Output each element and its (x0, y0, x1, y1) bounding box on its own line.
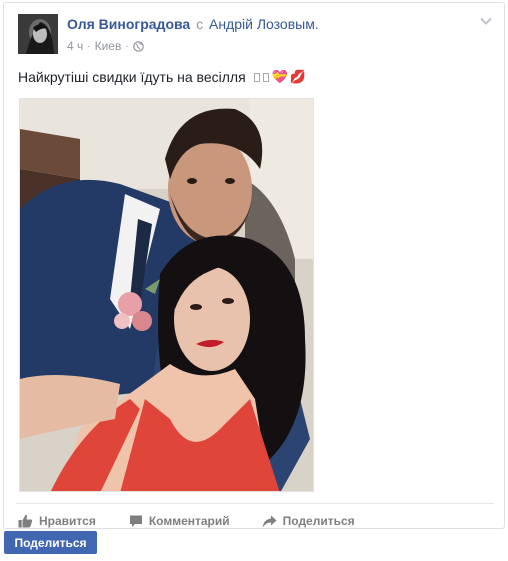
with-word: с (196, 16, 204, 32)
comment-icon (129, 515, 142, 527)
unknown-glyph-icon (262, 72, 269, 82)
meta-separator: · (125, 40, 129, 52)
share-button[interactable]: Поделиться (4, 531, 97, 554)
post-text: Найкрутіші свидки їдуть на весілля (18, 69, 246, 85)
thumbs-up-icon (18, 514, 33, 528)
post-card: Оля Виноградова с Андрій Лозовым. 4 ч · … (3, 2, 505, 529)
post-photo[interactable] (19, 98, 314, 492)
action-divider (16, 503, 494, 504)
action-bar: Нравится Комментарий Поделиться (18, 511, 355, 531)
unknown-glyph-icon (253, 72, 260, 82)
meta-separator: · (87, 40, 91, 52)
chevron-down-icon[interactable] (478, 13, 494, 29)
globe-icon[interactable] (132, 40, 144, 52)
tagged-user[interactable]: Андрій Лозовым. (209, 16, 319, 32)
post-text-line: Найкрутіші свидки їдуть на весілля 💝 💋 (18, 69, 306, 85)
like-action[interactable]: Нравится (18, 514, 96, 528)
avatar[interactable] (18, 14, 58, 54)
post-time[interactable]: 4 ч (67, 39, 83, 53)
post-meta: 4 ч · Киев · (67, 39, 144, 53)
share-arrow-icon (262, 515, 277, 527)
post-location[interactable]: Киев (95, 39, 122, 53)
like-label: Нравится (39, 514, 96, 528)
comment-action[interactable]: Комментарий (129, 514, 230, 528)
kiss-mark-icon: 💋 (289, 69, 307, 84)
share-label: Поделиться (282, 514, 355, 528)
comment-label: Комментарий (148, 514, 230, 528)
heart-ribbon-icon: 💝 (271, 69, 288, 84)
share-action[interactable]: Поделиться (262, 514, 355, 528)
author-name[interactable]: Оля Виноградова (67, 16, 190, 32)
post-header: Оля Виноградова с Андрій Лозовым. (67, 16, 319, 32)
